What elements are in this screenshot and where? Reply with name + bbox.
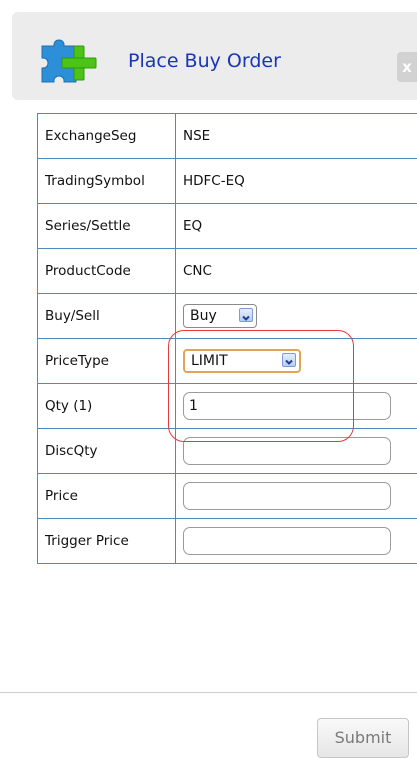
close-button[interactable]: x: [397, 52, 417, 82]
product-code-value: CNC: [176, 249, 417, 294]
disc-qty-input[interactable]: [183, 437, 391, 465]
dialog-title: Place Buy Order: [128, 50, 281, 72]
table-row: DiscQty: [38, 429, 417, 474]
puzzle-plus-icon: [40, 32, 98, 86]
table-row: TradingSymbol HDFC-EQ: [38, 159, 417, 204]
table-row: Qty (1) 1: [38, 384, 417, 429]
price-label: Price: [38, 474, 176, 519]
price-cell: [176, 474, 417, 519]
price-type-cell: LIMIT: [176, 339, 417, 384]
chevron-down-icon[interactable]: [239, 308, 253, 322]
product-code-label: ProductCode: [38, 249, 176, 294]
order-form-table: ExchangeSeg NSE TradingSymbol HDFC-EQ Se…: [37, 113, 417, 564]
submit-button[interactable]: Submit: [317, 718, 409, 758]
table-row: Buy/Sell Buy: [38, 294, 417, 339]
table-row: Trigger Price: [38, 519, 417, 564]
exchange-seg-label: ExchangeSeg: [38, 114, 176, 159]
price-type-select[interactable]: LIMIT: [183, 349, 301, 373]
close-icon: x: [402, 58, 412, 76]
qty-cell: 1: [176, 384, 417, 429]
trigger-price-input[interactable]: [183, 527, 391, 555]
series-settle-label: Series/Settle: [38, 204, 176, 249]
table-row: ExchangeSeg NSE: [38, 114, 417, 159]
buy-sell-cell: Buy: [176, 294, 417, 339]
trigger-price-cell: [176, 519, 417, 564]
buy-sell-selected: Buy: [190, 308, 217, 324]
trading-symbol-value: HDFC-EQ: [176, 159, 417, 204]
table-row: Price: [38, 474, 417, 519]
price-input[interactable]: [183, 482, 391, 510]
trading-symbol-label: TradingSymbol: [38, 159, 176, 204]
table-row: ProductCode CNC: [38, 249, 417, 294]
buy-sell-select[interactable]: Buy: [183, 304, 257, 328]
disc-qty-label: DiscQty: [38, 429, 176, 474]
price-type-label: PriceType: [38, 339, 176, 384]
exchange-seg-value: NSE: [176, 114, 417, 159]
table-row: PriceType LIMIT: [38, 339, 417, 384]
table-row: Series/Settle EQ: [38, 204, 417, 249]
footer-divider: [0, 692, 417, 693]
chevron-down-icon[interactable]: [282, 353, 296, 367]
disc-qty-cell: [176, 429, 417, 474]
trigger-price-label: Trigger Price: [38, 519, 176, 564]
series-settle-value: EQ: [176, 204, 417, 249]
buy-sell-label: Buy/Sell: [38, 294, 176, 339]
qty-input[interactable]: 1: [183, 392, 391, 420]
price-type-selected: LIMIT: [191, 353, 228, 369]
dialog-header: Place Buy Order x: [12, 12, 417, 100]
qty-label: Qty (1): [38, 384, 176, 429]
